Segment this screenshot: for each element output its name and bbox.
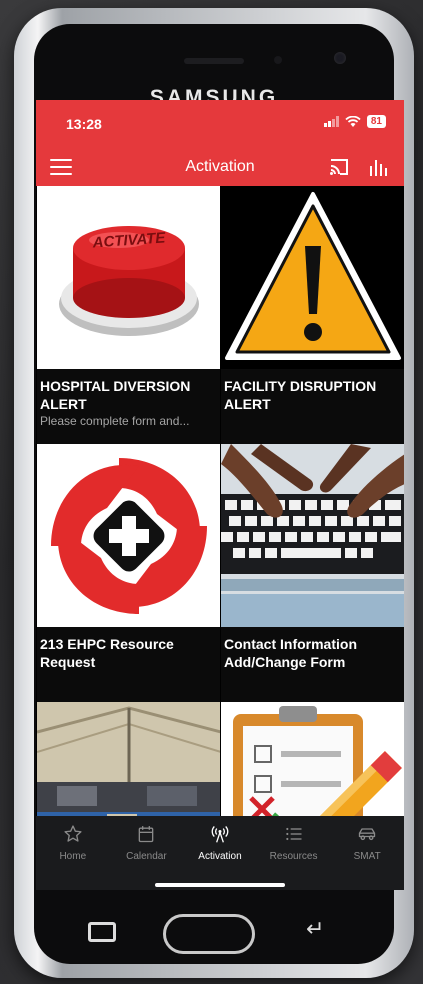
front-camera — [334, 52, 346, 64]
home-indicator[interactable] — [155, 883, 285, 887]
warning-sign-image — [221, 186, 404, 369]
medical-cross-logo-image — [37, 444, 220, 627]
wifi-icon — [345, 115, 361, 127]
recent-apps-icon[interactable] — [88, 922, 116, 942]
keyboard-typing-image — [221, 444, 404, 627]
tile-title: 213 EHPC Resource Request — [40, 636, 174, 670]
status-time: 13:28 — [66, 116, 102, 132]
list-icon — [285, 827, 302, 841]
nav-label-calendar: Calendar — [126, 851, 167, 862]
app-screen: 13:28 81 Activation ACTIVATE HOSPITAL DI… — [36, 100, 404, 890]
nav-label-smat: SMAT — [353, 851, 381, 862]
tile-hospital-diversion-alert[interactable]: ACTIVATE HOSPITAL DIVERSION ALERT Please… — [36, 186, 220, 444]
nav-home[interactable]: Home — [36, 816, 110, 890]
antenna-icon — [211, 826, 229, 843]
speaker-grille — [184, 58, 244, 64]
tile-subtitle: Please complete form and... — [40, 414, 190, 428]
menu-icon[interactable] — [50, 157, 72, 177]
nav-label-activation: Activation — [198, 851, 242, 862]
nav-resources[interactable]: Resources — [257, 816, 331, 890]
activation-grid: ACTIVATE HOSPITAL DIVERSION ALERT Please… — [36, 186, 404, 890]
back-icon[interactable]: ↵ — [306, 916, 324, 942]
car-icon — [359, 828, 376, 841]
star-icon — [64, 825, 82, 842]
tile-title: Contact Information Add/Change Form — [224, 636, 357, 670]
cast-icon[interactable] — [328, 157, 350, 177]
bottom-navigation: Home Calendar Activation Resources SMAT — [36, 816, 404, 890]
tile-213-ehpc-resource-request[interactable]: 213 EHPC Resource Request — [36, 444, 220, 702]
tile-title: FACILITY DISRUPTION ALERT — [224, 378, 377, 412]
nav-label-resources: Resources — [269, 851, 318, 862]
equalizer-icon[interactable] — [368, 156, 390, 178]
activate-button-image: ACTIVATE — [37, 186, 220, 369]
app-bar: Activation — [36, 148, 404, 186]
nav-activation[interactable]: Activation — [183, 816, 257, 890]
battery-badge: 81 — [366, 115, 386, 128]
status-bar: 13:28 81 — [36, 100, 404, 148]
nav-smat[interactable]: SMAT — [330, 816, 404, 890]
page-title: Activation — [185, 158, 255, 175]
nav-calendar[interactable]: Calendar — [110, 816, 184, 890]
sensor — [274, 56, 282, 64]
status-icons: 81 — [323, 115, 386, 128]
tile-facility-disruption-alert[interactable]: FACILITY DISRUPTION ALERT — [220, 186, 404, 444]
tile-contact-information-form[interactable]: Contact Information Add/Change Form — [220, 444, 404, 702]
signal-icon — [323, 116, 339, 127]
tile-title: HOSPITAL DIVERSION ALERT — [40, 378, 191, 412]
hardware-home-button[interactable] — [163, 914, 255, 954]
calendar-icon — [139, 826, 154, 843]
nav-label-home: Home — [59, 851, 87, 862]
